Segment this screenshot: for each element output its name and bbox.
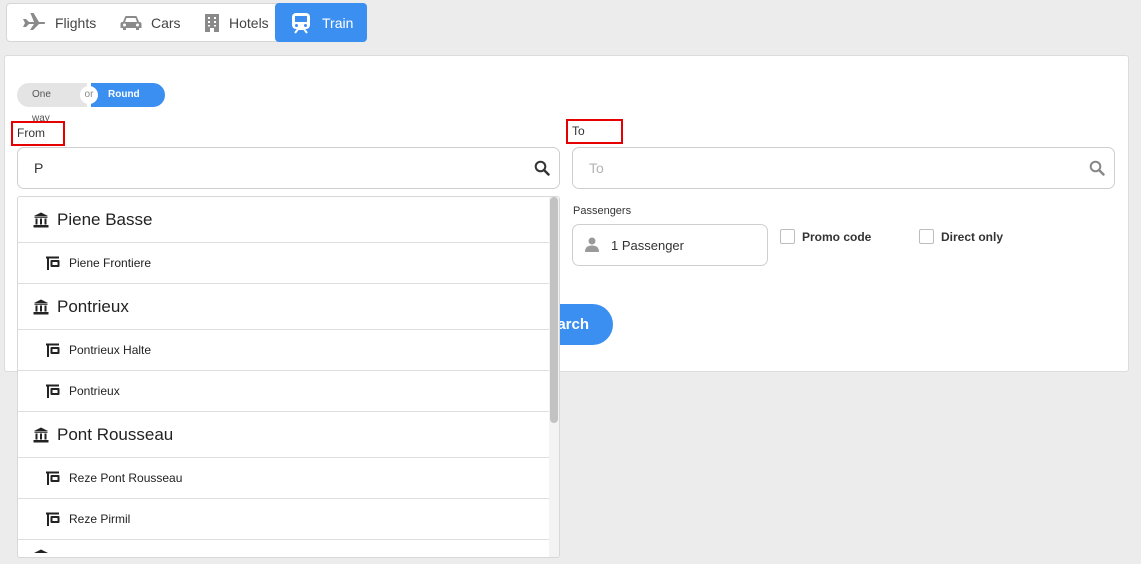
search-icon	[534, 160, 550, 176]
tab-flights[interactable]: Flights	[7, 4, 105, 41]
scrollbar-thumb[interactable]	[550, 197, 558, 423]
from-suggestions-dropdown: Piene Basse Piene Frontiere Pontrieux Po…	[17, 196, 560, 558]
suggestion-station[interactable]: Pontrieux Halte	[18, 330, 551, 371]
suggestion-city[interactable]: Piene Basse	[18, 197, 551, 243]
trip-type-toggle: One way or Round trip	[17, 83, 165, 124]
city-icon	[33, 427, 49, 443]
promo-code-label: Promo code	[802, 229, 872, 244]
city-icon	[33, 549, 49, 558]
suggestion-label: Pontrieux	[57, 296, 129, 316]
user-icon	[585, 237, 601, 253]
suggestion-city[interactable]: Pontrieux	[18, 284, 551, 330]
suggestion-station[interactable]: Piene Frontiere	[18, 243, 551, 284]
from-input[interactable]: P	[17, 147, 560, 189]
tab-label: Hotels	[229, 14, 269, 31]
suggestion-label: Piene Frontiere	[69, 256, 152, 270]
search-icon	[1089, 160, 1105, 176]
direct-only-checkbox[interactable]: Direct only	[919, 229, 1003, 244]
suggestion-city[interactable]	[18, 540, 551, 558]
tab-label: Train	[322, 14, 354, 31]
tab-hotels[interactable]: Hotels	[189, 4, 275, 41]
one-way-option[interactable]: One way	[17, 83, 87, 124]
suggestion-label: Pont Rousseau	[57, 424, 174, 444]
passengers-label: Passengers	[573, 205, 632, 217]
suggestion-station[interactable]: Reze Pirmil	[18, 499, 551, 540]
suggestion-label: Reze Pirmil	[69, 512, 131, 526]
tab-label: Cars	[151, 14, 181, 31]
car-icon	[120, 11, 142, 35]
suggestion-label: Pontrieux	[69, 384, 120, 398]
tab-label: Flights	[55, 14, 97, 31]
train-icon	[289, 11, 313, 35]
travel-type-tabs: Flights Cars Hotels Train	[6, 3, 368, 42]
to-input[interactable]: To	[572, 147, 1115, 189]
station-sign-icon	[46, 512, 60, 526]
dropdown-scrollbar[interactable]	[549, 197, 559, 557]
direct-only-label: Direct only	[941, 229, 1004, 244]
to-input-placeholder: To	[589, 160, 604, 176]
building-icon	[204, 11, 220, 35]
checkbox-box[interactable]	[780, 229, 795, 244]
to-label: To	[566, 119, 623, 144]
from-label: From	[11, 121, 65, 146]
suggestion-city[interactable]: Pont Rousseau	[18, 412, 551, 458]
checkbox-box[interactable]	[919, 229, 934, 244]
city-icon	[33, 212, 49, 228]
suggestion-label: Piene Basse	[57, 209, 153, 229]
plane-icon	[22, 11, 46, 35]
suggestion-label: Reze Pont Rousseau	[69, 471, 183, 485]
tab-cars[interactable]: Cars	[105, 4, 189, 41]
suggestion-station[interactable]: Pontrieux	[18, 371, 551, 412]
round-trip-option[interactable]: Round trip	[91, 83, 165, 124]
station-sign-icon	[46, 384, 60, 398]
city-icon	[33, 299, 49, 315]
station-sign-icon	[46, 343, 60, 357]
station-sign-icon	[46, 471, 60, 485]
suggestion-label: Pontrieux Halte	[69, 343, 152, 357]
tab-train[interactable]: Train	[275, 3, 368, 42]
promo-code-checkbox[interactable]: Promo code	[780, 229, 871, 244]
or-separator: or	[80, 86, 98, 104]
suggestion-station[interactable]: Reze Pont Rousseau	[18, 458, 551, 499]
from-input-value: P	[34, 160, 44, 176]
passengers-value: 1 Passenger	[611, 237, 684, 253]
station-sign-icon	[46, 256, 60, 270]
passengers-selector[interactable]: 1 Passenger	[572, 224, 768, 266]
